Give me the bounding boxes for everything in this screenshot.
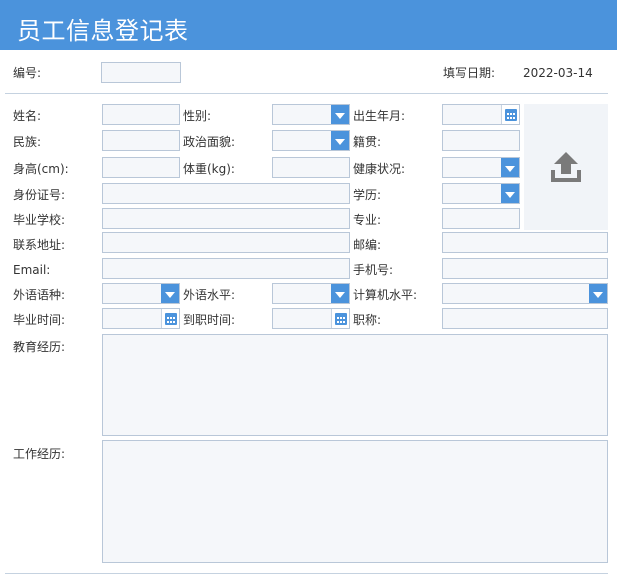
height-label: 身高(cm):: [13, 162, 69, 176]
graduation-time-label: 毕业时间:: [13, 313, 66, 327]
native-place-input[interactable]: [442, 130, 520, 151]
computer-level-select[interactable]: [442, 283, 608, 304]
education-level-label: 学历:: [353, 188, 382, 202]
chevron-down-icon[interactable]: [331, 131, 349, 150]
birth-date-input[interactable]: [442, 104, 520, 125]
chevron-down-icon[interactable]: [161, 284, 179, 303]
onboard-time-label: 到职时间:: [183, 313, 236, 327]
school-label: 毕业学校:: [13, 213, 66, 227]
address-input[interactable]: [102, 232, 350, 253]
title-bar: 员工信息登记表: [0, 0, 617, 50]
chevron-down-icon[interactable]: [331, 105, 349, 124]
postcode-input[interactable]: [442, 232, 608, 253]
calendar-icon[interactable]: [331, 309, 349, 328]
chevron-down-icon[interactable]: [501, 184, 519, 203]
upload-icon[interactable]: [550, 150, 582, 184]
email-label: Email:: [13, 263, 51, 277]
mobile-input[interactable]: [442, 258, 608, 279]
serial-number-input[interactable]: [101, 62, 181, 83]
serial-number-label: 编号:: [13, 66, 42, 80]
health-status-label: 健康状况:: [353, 162, 406, 176]
chevron-down-icon[interactable]: [589, 284, 607, 303]
id-number-input[interactable]: [102, 183, 350, 204]
fill-date-label: 填写日期:: [443, 66, 496, 80]
health-status-select[interactable]: [442, 157, 520, 178]
footer-divider: [5, 573, 608, 574]
political-status-select[interactable]: [272, 130, 350, 151]
page-title: 员工信息登记表: [17, 17, 189, 45]
header-divider: [5, 93, 608, 94]
onboard-time-input[interactable]: [272, 308, 350, 329]
height-input[interactable]: [102, 157, 180, 178]
foreign-language-label: 外语语种:: [13, 288, 66, 302]
gender-select[interactable]: [272, 104, 350, 125]
major-input[interactable]: [442, 208, 520, 229]
name-label: 姓名:: [13, 109, 42, 123]
calendar-icon[interactable]: [161, 309, 179, 328]
foreign-language-select[interactable]: [102, 283, 180, 304]
photo-upload-area[interactable]: [524, 104, 608, 230]
language-level-select[interactable]: [272, 283, 350, 304]
email-input[interactable]: [102, 258, 350, 279]
postcode-label: 邮编:: [353, 238, 382, 252]
political-status-label: 政治面貌:: [183, 135, 236, 149]
name-input[interactable]: [102, 104, 180, 125]
major-label: 专业:: [353, 213, 382, 227]
ethnicity-label: 民族:: [13, 135, 42, 149]
job-title-input[interactable]: [442, 308, 608, 329]
graduation-time-input[interactable]: [102, 308, 180, 329]
address-label: 联系地址:: [13, 238, 66, 252]
work-history-textarea[interactable]: [102, 440, 608, 563]
chevron-down-icon[interactable]: [501, 158, 519, 177]
chevron-down-icon[interactable]: [331, 284, 349, 303]
birth-date-label: 出生年月:: [353, 109, 406, 123]
education-level-select[interactable]: [442, 183, 520, 204]
weight-label: 体重(kg):: [183, 162, 235, 176]
calendar-icon[interactable]: [501, 105, 519, 124]
id-number-label: 身份证号:: [13, 188, 66, 202]
mobile-label: 手机号:: [353, 263, 394, 277]
education-history-label: 教育经历:: [13, 340, 66, 354]
gender-label: 性别:: [183, 109, 212, 123]
school-input[interactable]: [102, 208, 350, 229]
native-place-label: 籍贯:: [353, 135, 382, 149]
fill-date-value: 2022-03-14: [523, 66, 593, 80]
job-title-label: 职称:: [353, 313, 382, 327]
language-level-label: 外语水平:: [183, 288, 236, 302]
computer-level-label: 计算机水平:: [353, 288, 418, 302]
weight-input[interactable]: [272, 157, 350, 178]
education-history-textarea[interactable]: [102, 334, 608, 436]
ethnicity-input[interactable]: [102, 130, 180, 151]
work-history-label: 工作经历:: [13, 447, 66, 461]
